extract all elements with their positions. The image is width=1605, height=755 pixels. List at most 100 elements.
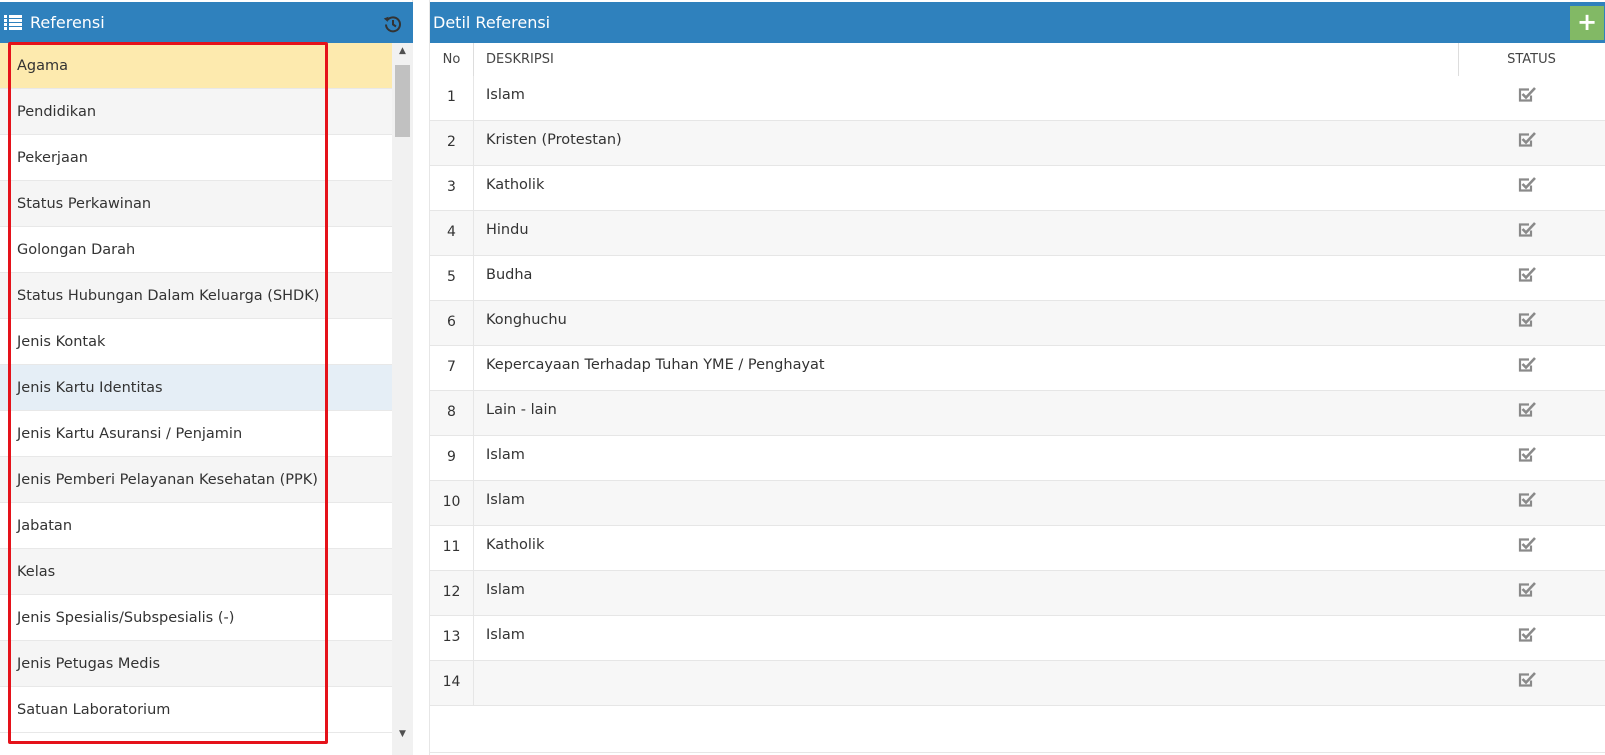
reference-list-item[interactable]: Jenis Pemberi Pelayanan Kesehatan (PPK) xyxy=(0,457,392,503)
reference-list-item-label: Jenis Spesialis/Subspesialis (-) xyxy=(17,609,235,626)
reference-list-item[interactable]: Satuan Laboratorium xyxy=(0,687,392,733)
row-number: 8 xyxy=(430,391,474,435)
checkbox-checked-icon[interactable] xyxy=(1518,176,1536,193)
reference-list-item-label: Pekerjaan xyxy=(17,149,88,166)
row-description: Budha xyxy=(486,267,533,283)
column-header-description: DESKRIPSI xyxy=(474,43,1459,76)
reference-panel-header: Referensi xyxy=(0,2,413,43)
table-row[interactable]: 12 Islam xyxy=(430,571,1605,616)
row-number: 1 xyxy=(430,76,474,120)
table-row[interactable]: 8 Lain - lain xyxy=(430,391,1605,436)
row-number: 14 xyxy=(430,661,474,705)
reference-list-item[interactable]: Jenis Kontak xyxy=(0,319,392,365)
row-number: 6 xyxy=(430,301,474,345)
scroll-up-arrow-icon[interactable]: ▲ xyxy=(392,43,413,60)
row-description xyxy=(474,661,1459,705)
add-button[interactable]: + xyxy=(1570,6,1604,40)
table-row[interactable]: 5 Budha xyxy=(430,256,1605,301)
reference-list-item[interactable]: Golongan Darah xyxy=(0,227,392,273)
plus-icon: + xyxy=(1576,8,1598,36)
reference-list-item-label: Jenis Pemberi Pelayanan Kesehatan (PPK) xyxy=(17,471,318,488)
row-status xyxy=(1459,616,1604,660)
table-row[interactable]: 6 Konghuchu xyxy=(430,301,1605,346)
checkbox-checked-icon[interactable] xyxy=(1518,221,1536,238)
reference-list-item[interactable]: Jabatan xyxy=(0,503,392,549)
row-description: Islam xyxy=(486,582,525,598)
row-number: 13 xyxy=(430,616,474,660)
checkbox-checked-icon[interactable] xyxy=(1518,356,1536,373)
reference-detail-title: Detil Referensi xyxy=(433,13,551,32)
reference-list-item[interactable]: Jenis Petugas Medis xyxy=(0,641,392,687)
scroll-down-arrow-icon[interactable]: ▼ xyxy=(392,726,413,743)
reference-detail-header: Detil Referensi + xyxy=(430,2,1605,43)
row-number: 2 xyxy=(430,121,474,165)
table-row[interactable]: 7 Kepercayaan Terhadap Tuhan YME / Pengha… xyxy=(430,346,1605,391)
row-status xyxy=(1459,76,1604,120)
checkbox-checked-icon[interactable] xyxy=(1518,626,1536,643)
table-row[interactable]: 3 Katholik xyxy=(430,166,1605,211)
reference-list-item[interactable]: Jenis Spesialis/Subspesialis (-) xyxy=(0,595,392,641)
reference-list-item-label: Status Hubungan Dalam Keluarga (SHDK) xyxy=(17,287,320,304)
checkbox-checked-icon[interactable] xyxy=(1518,266,1536,283)
scrollbar-thumb[interactable] xyxy=(395,65,410,137)
row-description: Hindu xyxy=(486,222,529,238)
table-row[interactable]: 1 Islam xyxy=(430,76,1605,121)
reference-list-item-label: Jenis Petugas Medis xyxy=(17,655,161,672)
panel-bottom-divider xyxy=(430,752,1605,753)
reference-list: Agama Pendidikan Pekerjaan Status Perkawina… xyxy=(0,43,392,738)
row-status xyxy=(1459,211,1604,255)
reference-list-item[interactable]: Jenis Kartu Identitas xyxy=(0,365,392,411)
row-description: Kepercayaan Terhadap Tuhan YME / Penghay… xyxy=(486,357,825,373)
history-icon[interactable] xyxy=(383,14,403,34)
row-description: Islam xyxy=(486,627,525,643)
row-status xyxy=(1459,346,1604,390)
checkbox-checked-icon[interactable] xyxy=(1518,671,1536,688)
reference-list-item[interactable]: Jenis Kartu Asuransi / Penjamin xyxy=(0,411,392,457)
reference-list-item-label: Status Perkawinan xyxy=(17,195,152,212)
reference-list-scrollbar[interactable]: ▲ ▼ xyxy=(392,43,413,755)
reference-list-item-label: Kelas xyxy=(17,563,56,580)
checkbox-checked-icon[interactable] xyxy=(1518,86,1536,103)
row-number: 10 xyxy=(430,481,474,525)
reference-list-item[interactable]: Kelas xyxy=(0,549,392,595)
row-number: 4 xyxy=(430,211,474,255)
row-status xyxy=(1459,391,1604,435)
reference-list-item[interactable]: Status Hubungan Dalam Keluarga (SHDK) xyxy=(0,273,392,319)
row-description: Islam xyxy=(486,492,525,508)
table-row[interactable]: 2 Kristen (Protestan) xyxy=(430,121,1605,166)
row-number: 5 xyxy=(430,256,474,300)
reference-list-item-label: Jenis Kartu Asuransi / Penjamin xyxy=(17,425,243,442)
reference-list-item[interactable]: Status Perkawinan xyxy=(0,181,392,227)
reference-list-item[interactable]: Pendidikan xyxy=(0,89,392,135)
checkbox-checked-icon[interactable] xyxy=(1518,311,1536,328)
row-description: Islam xyxy=(486,87,525,103)
row-status xyxy=(1459,436,1604,480)
checkbox-checked-icon[interactable] xyxy=(1518,401,1536,418)
reference-list-item[interactable]: Agama xyxy=(0,43,392,89)
checkbox-checked-icon[interactable] xyxy=(1518,536,1536,553)
checkbox-checked-icon[interactable] xyxy=(1518,581,1536,598)
checkbox-checked-icon[interactable] xyxy=(1518,491,1536,508)
table-row[interactable]: 4 Hindu xyxy=(430,211,1605,256)
reference-list-item-label: Golongan Darah xyxy=(17,241,136,258)
reference-detail-panel: Detil Referensi + No DESKRIPSI STATUS 1I… xyxy=(429,0,1605,755)
table-row[interactable]: 11 Katholik xyxy=(430,526,1605,571)
row-status xyxy=(1459,256,1604,300)
table-row[interactable]: 13 Islam xyxy=(430,616,1605,661)
column-header-no: No xyxy=(430,43,474,76)
table-row[interactable]: 9 Islam xyxy=(430,436,1605,481)
checkbox-checked-icon[interactable] xyxy=(1518,131,1536,148)
row-status xyxy=(1459,121,1604,165)
row-status xyxy=(1459,481,1604,525)
table-row[interactable]: 14 xyxy=(430,661,1605,706)
checkbox-checked-icon[interactable] xyxy=(1518,446,1536,463)
row-status xyxy=(1459,661,1604,705)
row-number: 7 xyxy=(430,346,474,390)
row-status xyxy=(1459,571,1604,615)
row-description: Kristen (Protestan) xyxy=(486,132,622,148)
column-header-status: STATUS xyxy=(1507,52,1556,67)
table-row[interactable]: 10 Islam xyxy=(430,481,1605,526)
reference-panel-title: Referensi xyxy=(30,13,105,32)
reference-list-item-label: Jabatan xyxy=(17,517,73,534)
reference-list-item[interactable]: Pekerjaan xyxy=(0,135,392,181)
